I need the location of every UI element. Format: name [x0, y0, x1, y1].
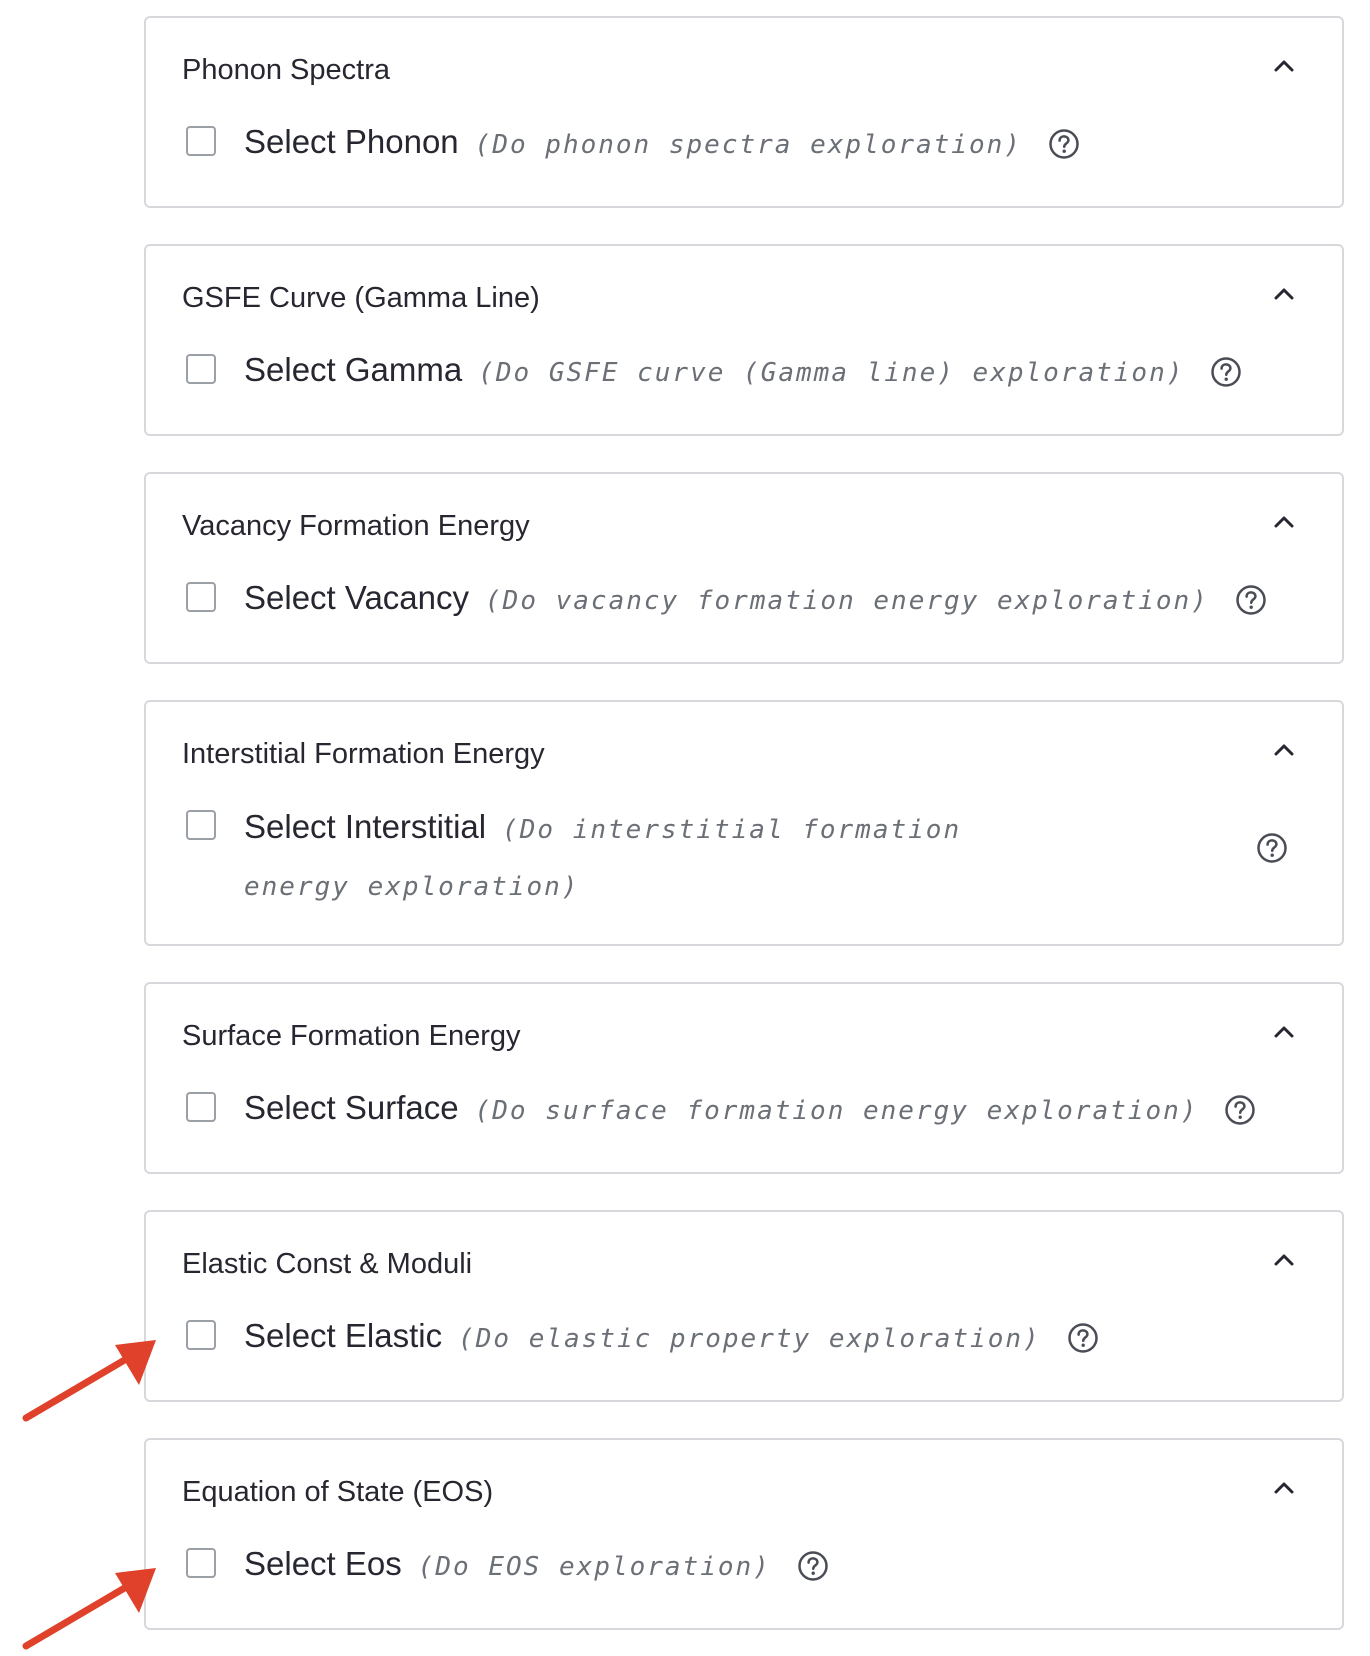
- option-label[interactable]: Select Eos: [244, 1545, 402, 1582]
- help-icon[interactable]: [797, 1550, 829, 1582]
- select-interstitial-checkbox[interactable]: [186, 810, 216, 840]
- option-description: (Do phonon spectra exploration): [474, 130, 1022, 160]
- option-text: Select Vacancy (Do vacancy formation ener…: [244, 578, 1267, 621]
- panel-title[interactable]: Phonon Spectra: [182, 54, 390, 87]
- panel-equation-of-state: Equation of State (EOS) Select Eos (Do EO…: [144, 1438, 1344, 1630]
- option-description: (Do vacancy formation energy exploration…: [485, 586, 1209, 616]
- select-eos-checkbox[interactable]: [186, 1548, 216, 1578]
- panel-vacancy-formation-energy: Vacancy Formation Energy Select Vacancy (…: [144, 472, 1344, 664]
- option-label[interactable]: Select Phonon: [244, 123, 459, 160]
- panel-title[interactable]: Elastic Const & Moduli: [182, 1248, 472, 1281]
- panel-elastic-const-moduli: Elastic Const & Moduli Select Elastic (Do…: [144, 1210, 1344, 1402]
- panel-title[interactable]: Interstitial Formation Energy: [182, 738, 545, 771]
- help-icon[interactable]: [1210, 356, 1242, 388]
- help-icon[interactable]: [1048, 128, 1080, 160]
- select-elastic-checkbox[interactable]: [186, 1320, 216, 1350]
- chevron-up-icon[interactable]: [1270, 1474, 1298, 1502]
- option-text: Select Eos (Do EOS exploration): [244, 1544, 829, 1587]
- red-arrow-icon: [20, 1332, 160, 1422]
- option-row: Select Interstitial (Do interstitial form…: [182, 806, 1302, 916]
- panel-phonon-spectra: Phonon Spectra Select Phonon (Do phonon s…: [144, 16, 1344, 208]
- chevron-up-icon[interactable]: [1270, 52, 1298, 80]
- option-text: Select Interstitial (Do interstitial form…: [244, 800, 1064, 914]
- option-label[interactable]: Select Elastic: [244, 1317, 442, 1354]
- option-description: (Do surface formation energy exploration…: [474, 1096, 1199, 1126]
- panel-title[interactable]: Equation of State (EOS): [182, 1476, 493, 1509]
- panel-title[interactable]: Surface Formation Energy: [182, 1020, 520, 1053]
- option-label[interactable]: Select Surface: [244, 1089, 459, 1126]
- help-icon[interactable]: [1224, 1094, 1256, 1126]
- option-description: (Do GSFE curve (Gamma line) exploration): [478, 358, 1185, 388]
- select-gamma-checkbox[interactable]: [186, 354, 216, 384]
- panel-surface-formation-energy: Surface Formation Energy Select Surface (…: [144, 982, 1344, 1174]
- panel-title[interactable]: Vacancy Formation Energy: [182, 510, 530, 543]
- option-text: Select Surface (Do surface formation ener…: [244, 1088, 1256, 1131]
- select-vacancy-checkbox[interactable]: [186, 582, 216, 612]
- help-icon[interactable]: [1067, 1322, 1099, 1354]
- help-icon[interactable]: [1235, 584, 1267, 616]
- option-description: (Do elastic property exploration): [458, 1324, 1041, 1354]
- option-label[interactable]: Select Interstitial: [244, 808, 486, 845]
- select-surface-checkbox[interactable]: [186, 1092, 216, 1122]
- red-arrow-icon: [20, 1560, 160, 1650]
- option-text: Select Gamma (Do GSFE curve (Gamma line) …: [244, 350, 1242, 393]
- chevron-up-icon[interactable]: [1270, 1018, 1298, 1046]
- chevron-up-icon[interactable]: [1270, 1246, 1298, 1274]
- select-phonon-checkbox[interactable]: [186, 126, 216, 156]
- option-description: (Do EOS exploration): [417, 1552, 771, 1582]
- panel-gsfe-curve: GSFE Curve (Gamma Line) Select Gamma (Do …: [144, 244, 1344, 436]
- help-icon[interactable]: [1256, 832, 1288, 864]
- option-label[interactable]: Select Vacancy: [244, 579, 469, 616]
- option-text: Select Phonon (Do phonon spectra explorat…: [244, 122, 1080, 165]
- chevron-up-icon[interactable]: [1270, 736, 1298, 764]
- chevron-up-icon[interactable]: [1270, 280, 1298, 308]
- option-label[interactable]: Select Gamma: [244, 351, 462, 388]
- option-text: Select Elastic (Do elastic property explo…: [244, 1316, 1099, 1359]
- panel-title[interactable]: GSFE Curve (Gamma Line): [182, 282, 540, 315]
- chevron-up-icon[interactable]: [1270, 508, 1298, 536]
- panel-interstitial-formation-energy: Interstitial Formation Energy Select Int…: [144, 700, 1344, 946]
